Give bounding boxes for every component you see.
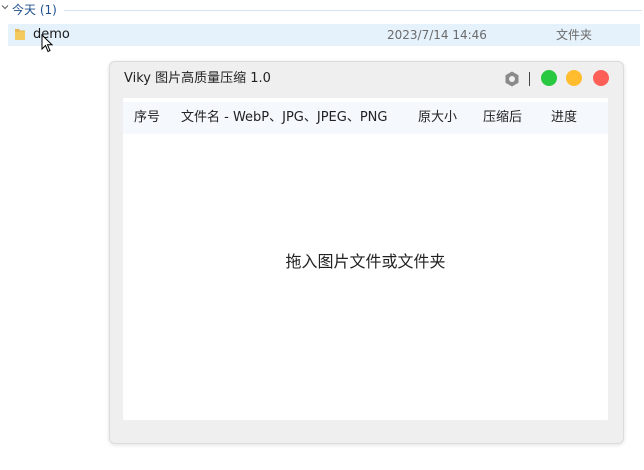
gear-icon[interactable] — [503, 70, 521, 88]
drop-hint: 拖入图片文件或文件夹 — [285, 252, 446, 271]
maximize-button[interactable] — [541, 70, 557, 86]
titlebar-divider — [529, 72, 530, 86]
drop-zone[interactable]: 序号 文件名 - WebP、JPG、JPEG、PNG 原大小 压缩后 进度 拖入… — [123, 98, 608, 420]
column-header-progress: 进度 — [551, 110, 578, 125]
file-date: 2023/7/14 14:46 — [387, 28, 487, 42]
column-header-original-size: 原大小 — [418, 110, 458, 125]
table-header: 序号 文件名 - WebP、JPG、JPEG、PNG 原大小 压缩后 进度 — [123, 102, 608, 134]
folder-icon — [15, 29, 25, 40]
minimize-button[interactable] — [566, 70, 582, 86]
mouse-pointer-icon — [41, 34, 54, 53]
file-type: 文件夹 — [556, 28, 593, 42]
group-label: 今天 (1) — [12, 3, 57, 17]
chevron-down-icon[interactable] — [1, 3, 9, 11]
group-header-today[interactable]: 今天 (1) — [0, 0, 644, 20]
file-row-demo[interactable]: demo 2023/7/14 14:46 文件夹 — [8, 24, 640, 46]
app-title: Viky 图片高质量压缩 1.0 — [124, 71, 271, 86]
column-header-filename: 文件名 - WebP、JPG、JPEG、PNG — [181, 110, 388, 125]
titlebar[interactable]: Viky 图片高质量压缩 1.0 — [110, 62, 623, 96]
group-divider — [64, 10, 642, 11]
column-header-index: 序号 — [134, 110, 161, 125]
close-button[interactable] — [593, 70, 609, 86]
app-window: Viky 图片高质量压缩 1.0 序号 文件名 - WebP、JPG、JPEG、… — [109, 61, 624, 444]
column-header-compressed-size: 压缩后 — [483, 110, 523, 125]
